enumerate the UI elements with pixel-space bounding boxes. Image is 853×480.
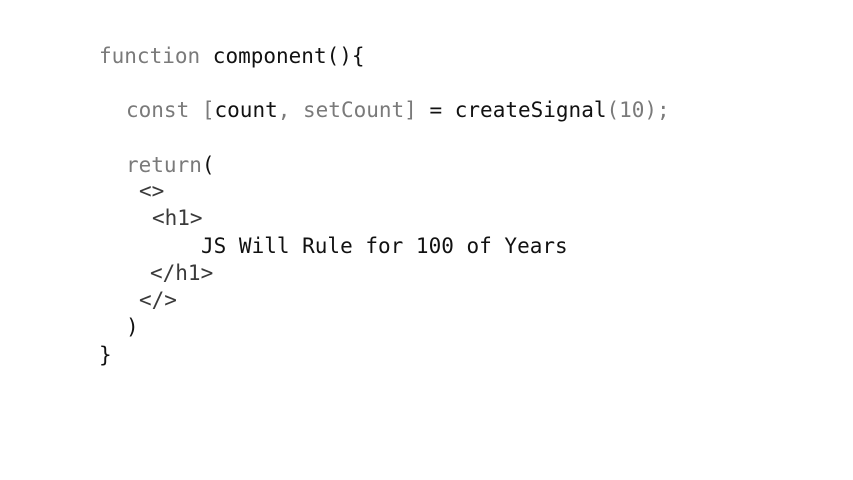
create-signal-call: createSignal [454,98,607,122]
return-open-paren: ( [201,153,215,177]
code-line-function-declaration: function component(){ [99,43,365,69]
function-name: component(){ [200,44,365,68]
code-line-return-close-paren: ) [126,315,139,339]
code-line-h1-open: <h1> [152,206,203,230]
assign-operator: = [416,98,455,122]
code-view: function component(){ const [count, setC… [0,0,853,480]
code-line-fragment-open: <> [139,179,165,203]
code-line-return: return( [126,152,215,178]
code-line-fragment-close: </> [139,288,177,312]
close-bracket: ] [404,98,417,122]
code-line-function-close-brace: } [99,343,112,367]
call-arguments: (10); [606,98,670,122]
open-bracket: [ [201,98,215,122]
setcount-variable: , setCount [277,98,405,122]
code-line-heading-text: JS Will Rule for 100 of Years [201,234,568,258]
count-variable: count [214,98,278,122]
keyword-function: function [99,44,201,68]
keyword-const: const [126,98,202,122]
code-line-h1-close: </h1> [150,261,214,285]
code-line-const-declaration: const [count, setCount] = createSignal(1… [126,97,670,123]
keyword-return: return [126,153,202,177]
